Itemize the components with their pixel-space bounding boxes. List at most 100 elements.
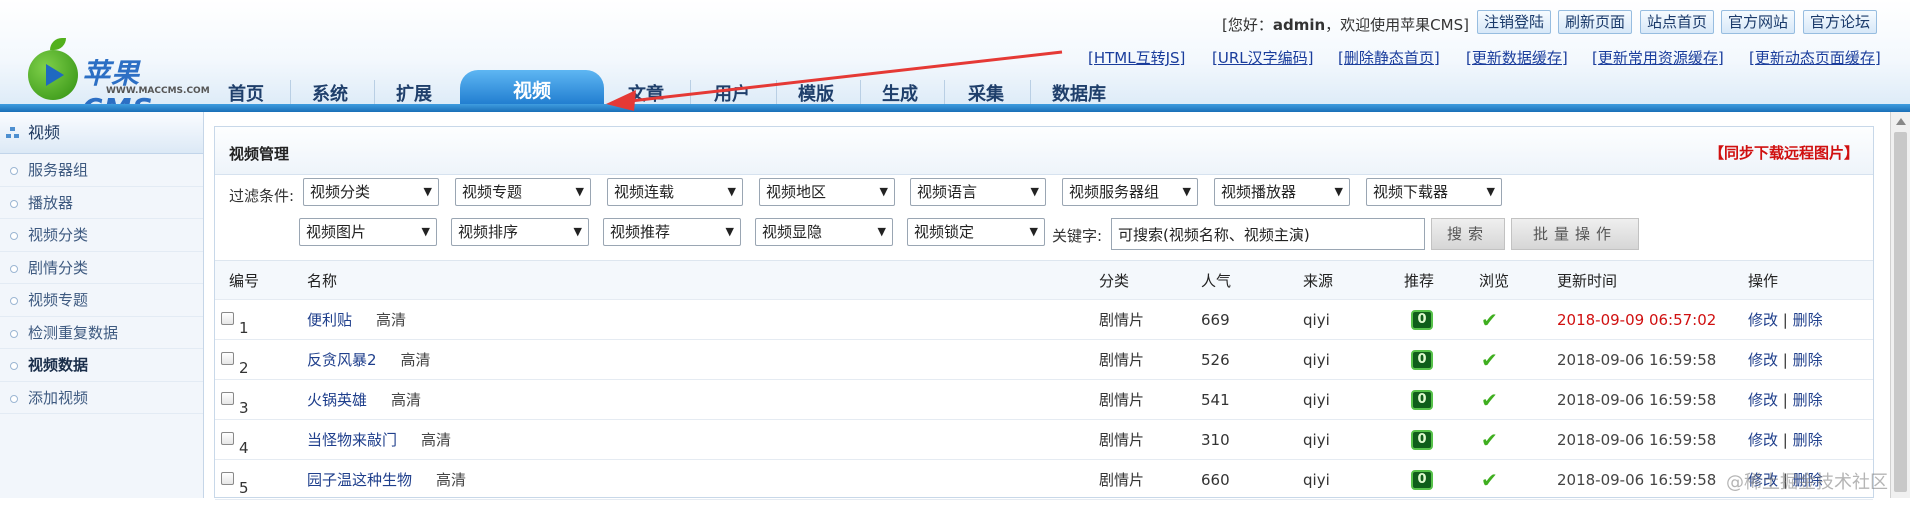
nav-article[interactable]: 文章 (628, 80, 664, 106)
filter-video-language[interactable]: 视频语言▼ (910, 178, 1046, 206)
sidebar-item-add-video[interactable]: 添加视频 (0, 382, 203, 415)
browse-check-icon[interactable]: ✔ (1481, 389, 1498, 411)
dropdown-caret-icon: ▼ (1183, 179, 1191, 205)
filter-video-image[interactable]: 视频图片▼ (299, 218, 437, 246)
video-name-link[interactable]: 反贪风暴2 (307, 351, 377, 369)
row-views: 310 (1201, 420, 1230, 460)
recommend-level-icon[interactable]: 0 (1411, 470, 1433, 490)
sync-remote-images-link[interactable]: 【同步下载远程图片】 (1709, 142, 1859, 163)
video-name-link[interactable]: 园子温这种生物 (307, 471, 412, 489)
browse-check-icon[interactable]: ✔ (1481, 429, 1498, 451)
delete-link[interactable]: 删除 (1793, 391, 1823, 409)
watermark-text: @稀土掘金技术社区 (1726, 468, 1888, 494)
browse-check-icon[interactable]: ✔ (1481, 349, 1498, 371)
row-checkbox[interactable] (221, 432, 234, 445)
search-button[interactable]: 搜索 (1431, 218, 1505, 250)
sidebar-item-video-category[interactable]: 视频分类 (0, 219, 203, 252)
filter-video-downloader[interactable]: 视频下载器▼ (1366, 178, 1502, 206)
edit-link[interactable]: 修改 (1748, 431, 1778, 449)
header-underline (0, 104, 1910, 112)
filter-video-sort[interactable]: 视频排序▼ (451, 218, 589, 246)
sidebar-item-plot-category[interactable]: 剧情分类 (0, 252, 203, 285)
dropdown-caret-icon: ▼ (880, 179, 888, 205)
browse-check-icon[interactable]: ✔ (1481, 469, 1498, 491)
row-actions: 修改 | 删除 (1748, 380, 1823, 420)
username: admin (1273, 16, 1325, 34)
vertical-scrollbar[interactable] (1890, 112, 1910, 498)
row-views: 526 (1201, 340, 1230, 380)
recommend-level-icon[interactable]: 0 (1411, 350, 1433, 370)
sidebar-item-server-group[interactable]: 服务器组 (0, 154, 203, 187)
row-views: 669 (1201, 300, 1230, 340)
video-name-link[interactable]: 当怪物来敲门 (307, 431, 397, 449)
row-id: 5 (239, 468, 249, 508)
row-views: 541 (1201, 380, 1230, 420)
row-update-time: 2018-09-09 06:57:02 (1557, 300, 1716, 340)
row-checkbox[interactable] (221, 472, 234, 485)
logout-button[interactable]: 注销登陆 (1477, 10, 1551, 34)
nav-video-tab[interactable]: 视频 (460, 70, 604, 108)
batch-operation-button[interactable]: 批量操作 (1511, 218, 1639, 250)
official-site-button[interactable]: 官方网站 (1721, 10, 1795, 34)
nav-database[interactable]: 数据库 (1052, 80, 1106, 106)
site-home-button[interactable]: 站点首页 (1640, 10, 1714, 34)
delete-link[interactable]: 删除 (1793, 431, 1823, 449)
nav-home[interactable]: 首页 (228, 80, 264, 106)
dropdown-caret-icon: ▼ (878, 219, 886, 245)
nav-system[interactable]: 系统 (312, 80, 348, 106)
maccms-logo[interactable]: 苹果CMS WWW.MACCMS.COM (26, 42, 206, 104)
link-html-to-js[interactable]: [HTML互转JS] (1088, 47, 1185, 68)
nav-divider (1030, 80, 1031, 104)
row-update-time: 2018-09-06 16:59:58 (1557, 380, 1716, 420)
video-quality: 高清 (436, 471, 466, 489)
keyword-input[interactable] (1111, 218, 1425, 250)
recommend-level-icon[interactable]: 0 (1411, 390, 1433, 410)
sidebar-item-player[interactable]: 播放器 (0, 187, 203, 220)
filter-video-category[interactable]: 视频分类▼ (303, 178, 439, 206)
filter-video-topic[interactable]: 视频专题▼ (455, 178, 591, 206)
sidebar-item-video-data[interactable]: 视频数据 (0, 349, 203, 382)
sidebar-item-video-topic[interactable]: 视频专题 (0, 284, 203, 317)
edit-link[interactable]: 修改 (1748, 311, 1778, 329)
refresh-page-button[interactable]: 刷新页面 (1558, 10, 1632, 34)
official-forum-button[interactable]: 官方论坛 (1803, 10, 1877, 34)
filter-video-recommend[interactable]: 视频推荐▼ (603, 218, 741, 246)
link-update-resource-cache[interactable]: [更新常用资源缓存] (1592, 47, 1724, 68)
filter-video-visibility[interactable]: 视频显隐▼ (755, 218, 893, 246)
nav-generate[interactable]: 生成 (882, 80, 918, 106)
filter-video-lock[interactable]: 视频锁定▼ (907, 218, 1045, 246)
delete-link[interactable]: 删除 (1793, 311, 1823, 329)
row-checkbox[interactable] (221, 312, 234, 325)
filter-video-player[interactable]: 视频播放器▼ (1214, 178, 1350, 206)
browse-check-icon[interactable]: ✔ (1481, 309, 1498, 331)
delete-link[interactable]: 删除 (1793, 351, 1823, 369)
link-update-data-cache[interactable]: [更新数据缓存] (1466, 47, 1568, 68)
filter-video-server-group[interactable]: 视频服务器组▼ (1062, 178, 1198, 206)
row-name-cell: 反贪风暴2高清 (307, 340, 431, 380)
nav-collect[interactable]: 采集 (968, 80, 1004, 106)
row-checkbox[interactable] (221, 352, 234, 365)
recommend-level-icon[interactable]: 0 (1411, 430, 1433, 450)
dropdown-caret-icon: ▼ (1030, 219, 1038, 245)
link-update-dynamic-cache[interactable]: [更新动态页面缓存] (1749, 47, 1881, 68)
filter-video-serial[interactable]: 视频连载▼ (607, 178, 743, 206)
row-checkbox[interactable] (221, 392, 234, 405)
col-update-time: 更新时间 (1557, 261, 1617, 301)
row-category: 剧情片 (1099, 460, 1144, 500)
sidebar-title-text: 视频 (28, 123, 60, 142)
recommend-level-icon[interactable]: 0 (1411, 310, 1433, 330)
video-name-link[interactable]: 火锅英雄 (307, 391, 367, 409)
nav-extend[interactable]: 扩展 (396, 80, 432, 106)
sidebar-item-check-duplicates[interactable]: 检测重复数据 (0, 317, 203, 350)
link-delete-static-home[interactable]: [删除静态首页] (1338, 47, 1440, 68)
nav-user[interactable]: 用户 (714, 80, 750, 106)
edit-link[interactable]: 修改 (1748, 391, 1778, 409)
video-name-link[interactable]: 便利贴 (307, 311, 352, 329)
nav-template[interactable]: 模版 (798, 80, 834, 106)
edit-link[interactable]: 修改 (1748, 351, 1778, 369)
dropdown-caret-icon: ▼ (574, 219, 582, 245)
table-row: 3火锅英雄高清剧情片541qiyi0✔2018-09-06 16:59:58修改… (215, 380, 1873, 420)
link-url-encode[interactable]: [URL汉字编码] (1212, 47, 1313, 68)
filter-video-region[interactable]: 视频地区▼ (759, 178, 895, 206)
row-name-cell: 火锅英雄高清 (307, 380, 421, 420)
